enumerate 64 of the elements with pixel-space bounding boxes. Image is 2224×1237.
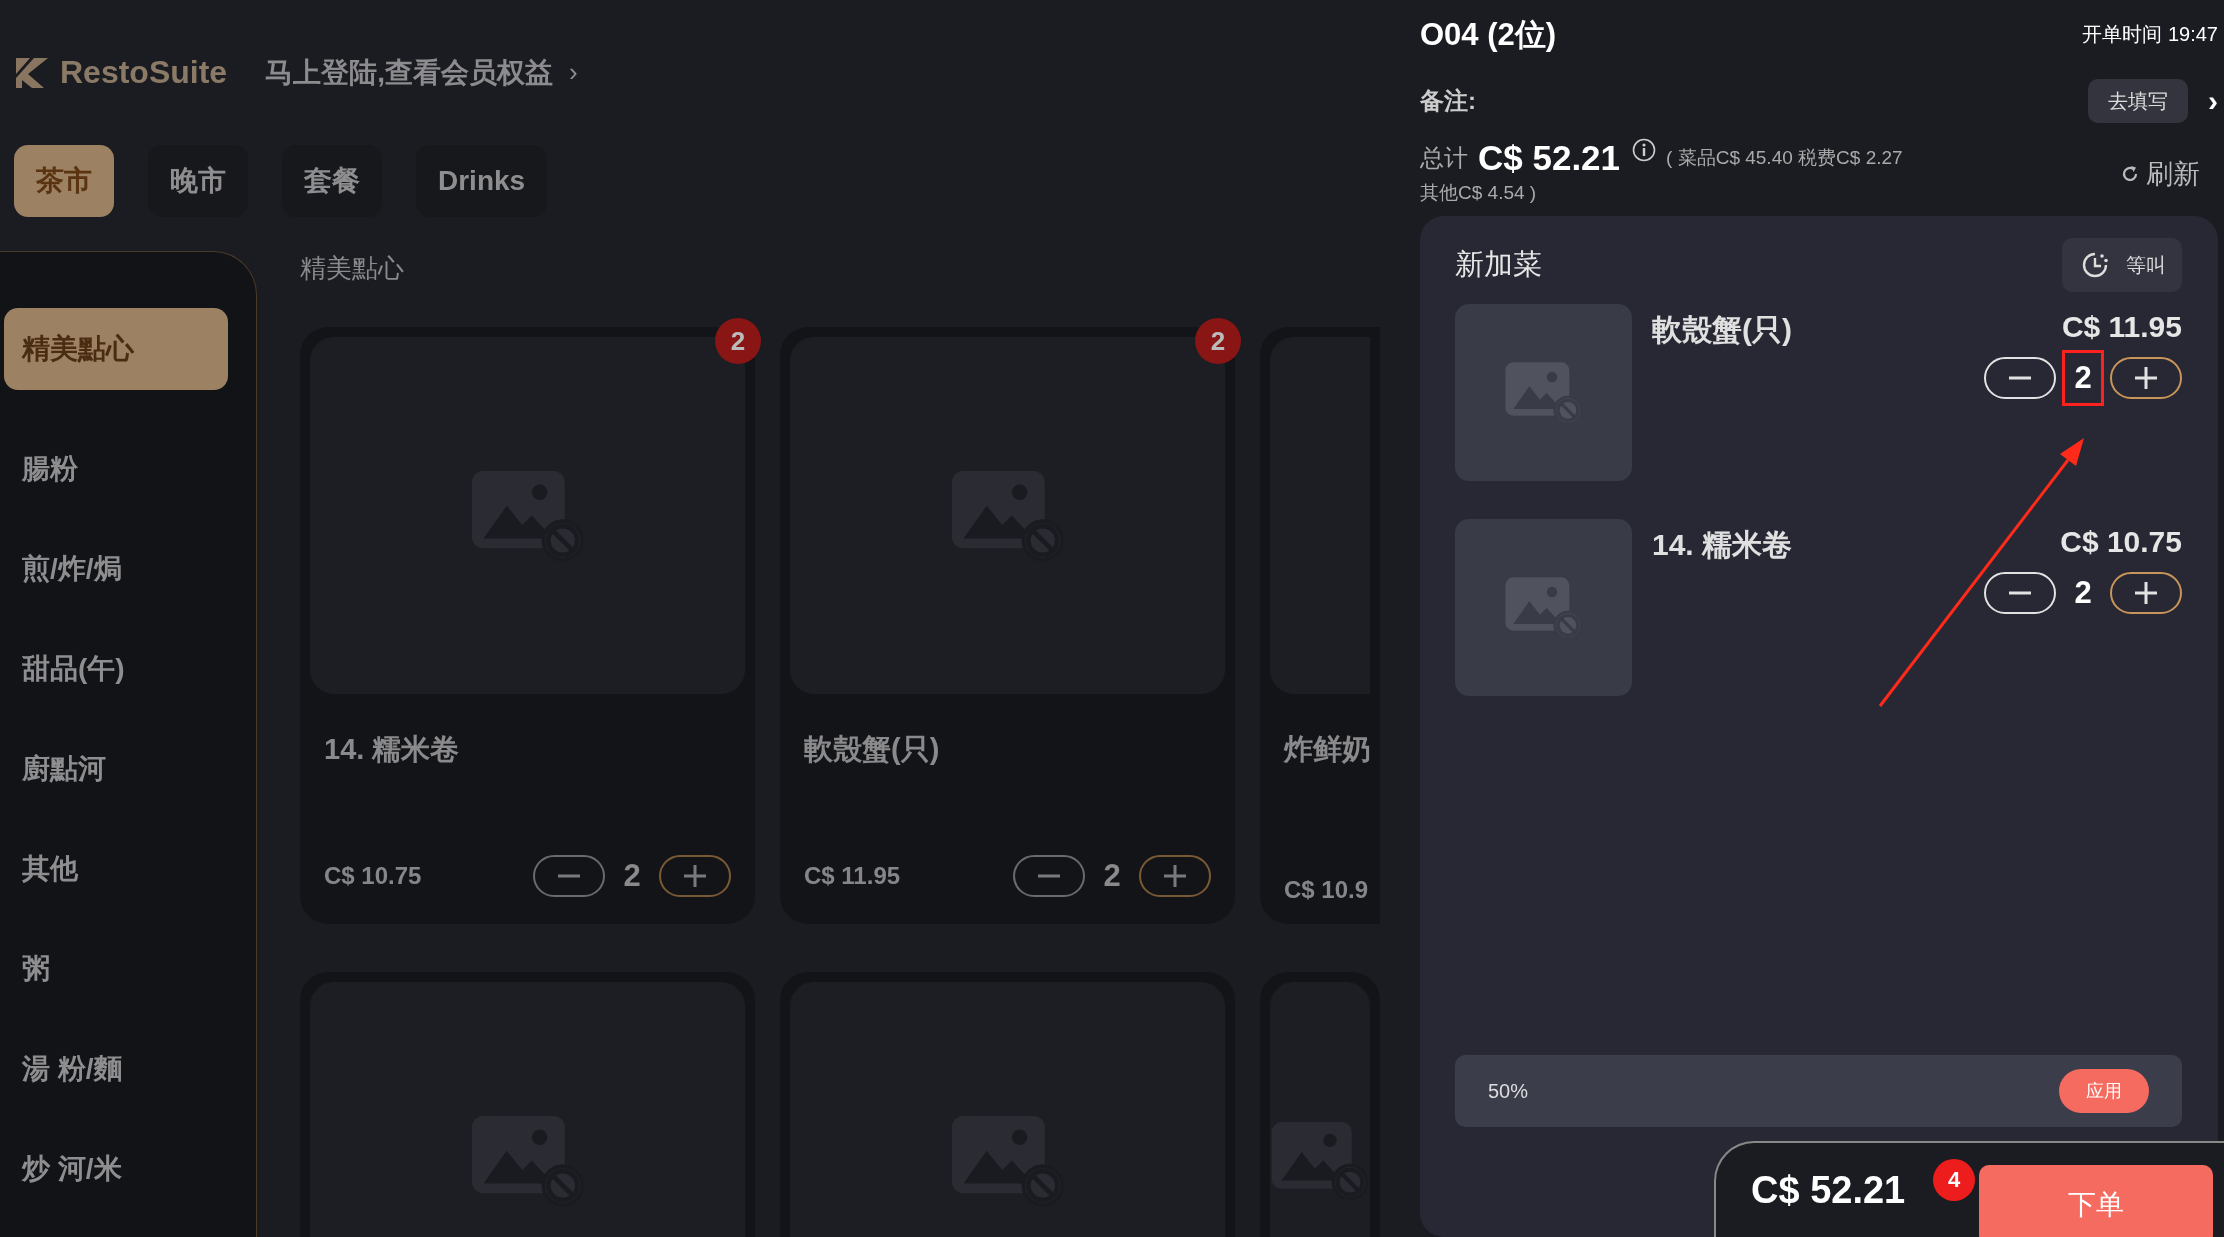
increase-button[interactable] (2110, 572, 2182, 614)
category-item[interactable]: 湯 粉/麵 (4, 1028, 228, 1110)
open-time: 开单时间 19:47 (2082, 21, 2218, 47)
item-price: C$ 11.95 (2061, 310, 2182, 344)
price-breakdown: 其他C$ 4.54 ) (1420, 181, 1537, 205)
dish-price: C$ 10.9 (1284, 876, 1369, 904)
quantity: 2 (1102, 857, 1122, 895)
increase-button[interactable] (2110, 357, 2182, 399)
section-title: 新加菜 (1455, 247, 1542, 282)
plus-icon (1164, 865, 1186, 887)
plus-icon (2135, 582, 2157, 604)
dish-name: 14. 糯米卷 (324, 732, 461, 767)
category-item[interactable]: 廚點河 (4, 728, 228, 810)
category-item[interactable]: 甜品(午) (4, 628, 228, 710)
item-name: 14. 糯米卷 (1652, 527, 1794, 563)
total-amount: C$ 52.21 (1478, 138, 1621, 178)
menu-tab[interactable]: 晚市 (148, 145, 248, 217)
dish-name: 軟殼蟹(只) (804, 732, 941, 767)
category-item[interactable]: 煎/炸/焗 (4, 528, 228, 610)
menu-tab[interactable]: 套餐 (282, 145, 382, 217)
category-item[interactable]: 腸粉 (4, 428, 228, 510)
category-item[interactable]: 炒 河/米 (4, 1128, 228, 1210)
refresh-icon (2120, 164, 2140, 184)
quantity: 2 (2062, 350, 2104, 406)
note-label: 备注: (1420, 86, 1476, 116)
dish-name: 炸鲜奶 (1284, 732, 1370, 767)
menu-tab[interactable]: 茶市 (14, 145, 114, 217)
submit-order-button[interactable]: 下单 (1979, 1165, 2213, 1237)
menu-tab[interactable]: Drinks (416, 145, 548, 217)
count-badge: 2 (715, 318, 761, 364)
plus-icon (2135, 367, 2157, 389)
refresh-button[interactable]: 刷新 (2120, 156, 2218, 192)
quantity: 2 (622, 857, 642, 895)
quantity: 2 (2073, 574, 2093, 612)
checkout-total: C$ 52.21 (1751, 1168, 1906, 1212)
chevron-icon: › (568, 57, 578, 88)
login-prompt-link[interactable]: 马上登陆,查看会员权益 (265, 53, 553, 92)
dish-card[interactable]: 炸鲜奶 C$ 10.9 (1260, 327, 1380, 924)
item-price: C$ 10.75 (2060, 525, 2182, 559)
fill-in-button[interactable]: 去填写 (2088, 79, 2188, 123)
dish-price: C$ 10.75 (324, 862, 422, 890)
category-item[interactable]: 粥 (4, 928, 228, 1010)
apply-button[interactable]: 应用 (2059, 1069, 2149, 1113)
dish-price: C$ 11.95 (804, 862, 901, 890)
item-name: 軟殼蟹(只) (1652, 312, 1793, 348)
section-title: 精美點心 (300, 252, 405, 285)
info-icon[interactable] (1632, 138, 1657, 162)
category-item[interactable]: 其他 (4, 828, 228, 910)
table-title: O04 (2位) (1420, 16, 1557, 54)
count-badge: 4 (1933, 1159, 1975, 1201)
brand-name: RestoSuite (60, 54, 228, 91)
category-item[interactable]: 精美點心 (4, 308, 228, 390)
minus-icon (558, 874, 580, 878)
plus-icon (684, 865, 706, 887)
hold-button[interactable]: 等叫 (2062, 238, 2182, 292)
total-label: 总计 (1420, 143, 1468, 173)
price-breakdown: ( 菜品C$ 45.40 税费C$ 2.27 (1666, 146, 1903, 170)
count-badge: 2 (1195, 318, 1241, 364)
minus-icon (2009, 376, 2031, 380)
chevron-icon: › (2208, 84, 2218, 118)
discount-value: 50% (1488, 1079, 1529, 1103)
minus-icon (2009, 591, 2031, 595)
logo-icon (14, 55, 50, 90)
minus-icon (1038, 874, 1060, 878)
